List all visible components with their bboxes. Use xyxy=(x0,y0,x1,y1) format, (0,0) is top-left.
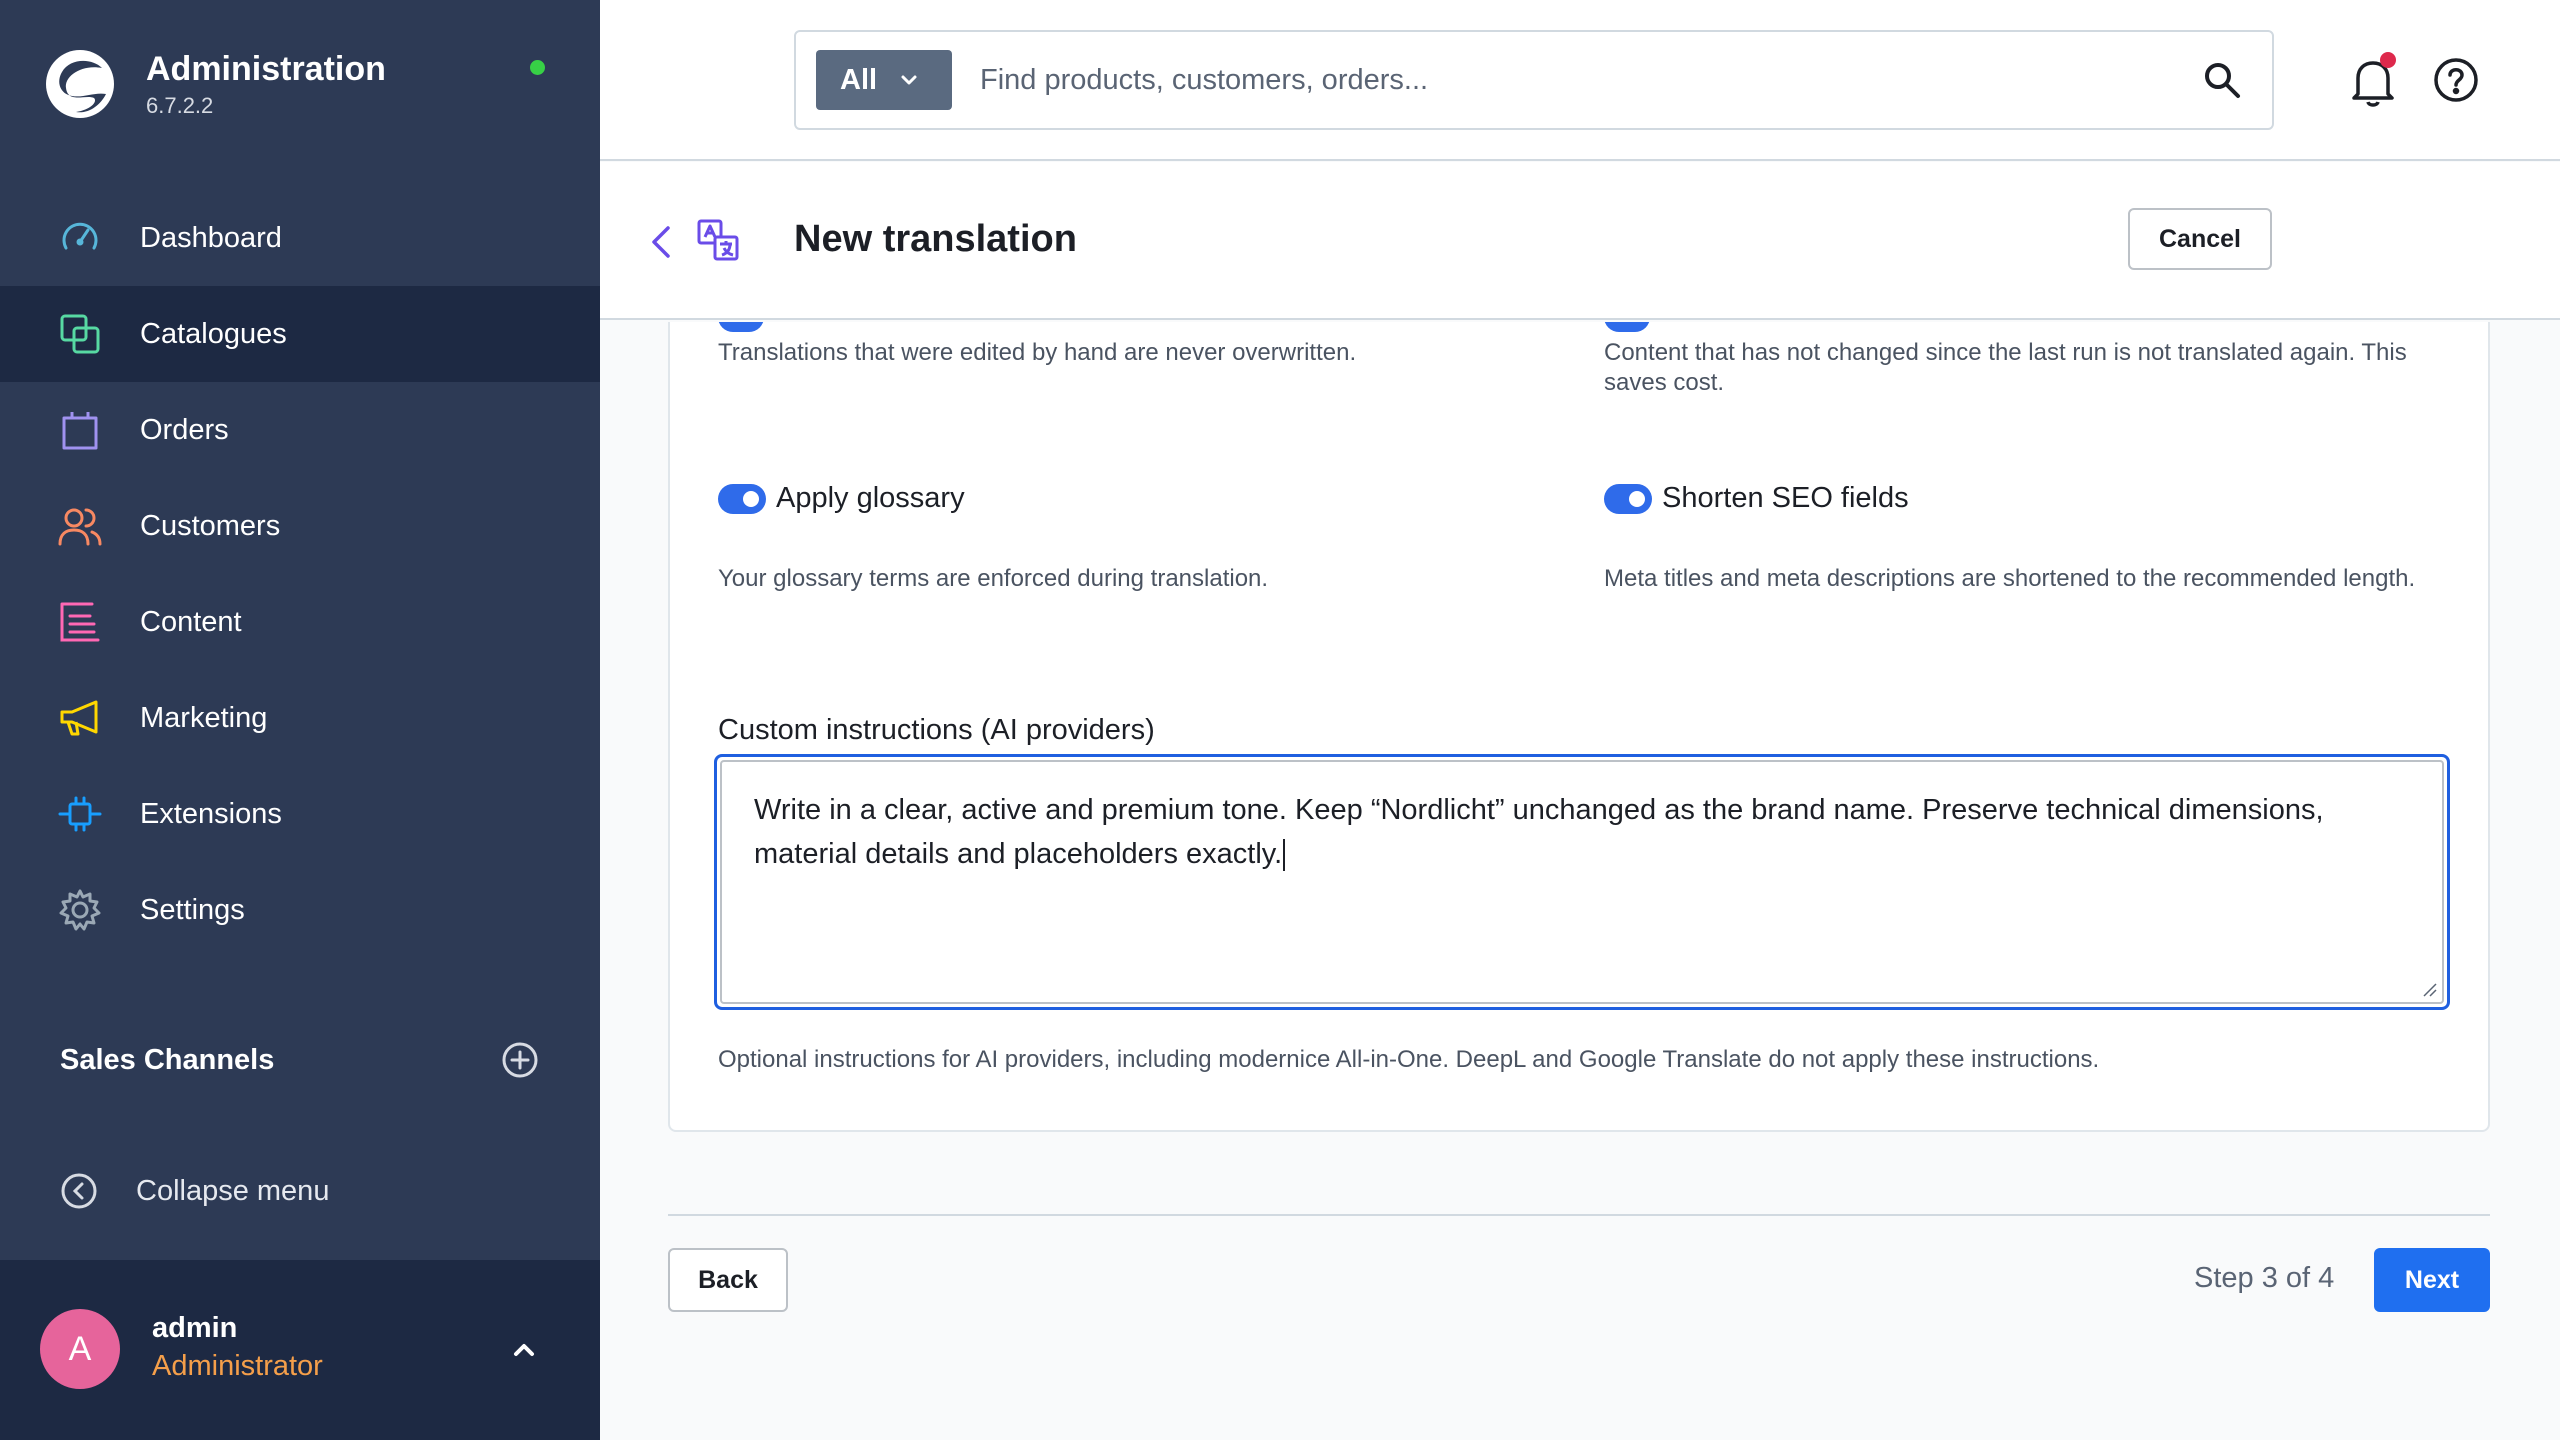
page-header: New translation Cancel xyxy=(600,162,2560,320)
global-search: All xyxy=(794,30,2274,130)
status-indicator xyxy=(530,60,545,75)
shopware-logo-icon xyxy=(46,50,114,118)
toggle-switch[interactable] xyxy=(718,483,766,514)
megaphone-icon xyxy=(58,696,102,740)
sales-channels-header: Sales Channels xyxy=(60,1040,540,1080)
app-title: Administration xyxy=(146,50,386,88)
page-title: New translation xyxy=(794,218,1077,260)
custom-instructions-help: Optional instructions for AI providers, … xyxy=(718,1046,2100,1073)
help-icon[interactable] xyxy=(2432,56,2480,104)
top-bar: All xyxy=(600,0,2560,161)
shopping-bag-icon xyxy=(58,408,102,452)
content-icon xyxy=(58,600,102,644)
gear-icon xyxy=(58,888,102,932)
translation-options-card: Translations that were edited by hand ar… xyxy=(668,322,2490,1132)
nav-item-catalogues[interactable]: Catalogues xyxy=(0,286,600,382)
sidebar: Administration 6.7.2.2 Dashboard Catalog… xyxy=(0,0,600,1440)
step-indicator: Step 3 of 4 xyxy=(2194,1262,2335,1294)
nav-label: Catalogues xyxy=(140,317,287,350)
cancel-button[interactable]: Cancel xyxy=(2128,208,2272,270)
user-role: Administrator xyxy=(152,1350,323,1382)
nav-label: Marketing xyxy=(140,701,268,734)
toggle-switch-partial[interactable] xyxy=(1604,322,1650,332)
resize-handle-icon[interactable] xyxy=(2420,980,2438,998)
nav-item-orders[interactable]: Orders xyxy=(0,382,600,478)
collapse-menu-label: Collapse menu xyxy=(136,1174,330,1207)
toggle-label: Apply glossary xyxy=(776,482,965,514)
users-icon xyxy=(58,504,102,548)
toggle-label: Shorten SEO fields xyxy=(1662,482,1909,514)
user-menu[interactable]: A admin Administrator xyxy=(0,1260,600,1440)
nav-item-marketing[interactable]: Marketing xyxy=(0,670,600,766)
footer-divider xyxy=(668,1214,2490,1216)
translate-icon xyxy=(697,219,739,261)
apply-glossary-toggle[interactable]: Apply glossary xyxy=(718,482,965,515)
toggle-switch[interactable] xyxy=(1604,483,1652,514)
custom-instructions-value: Write in a clear, active and premium ton… xyxy=(754,794,2324,870)
chevron-left-circle-icon xyxy=(61,1173,97,1209)
nav-item-dashboard[interactable]: Dashboard xyxy=(0,190,600,286)
content-area: Translations that were edited by hand ar… xyxy=(600,322,2560,1440)
collapse-menu-button[interactable]: Collapse menu xyxy=(60,1172,329,1210)
custom-instructions-label: Custom instructions (AI providers) xyxy=(718,714,1155,746)
custom-instructions-textarea[interactable]: Write in a clear, active and premium ton… xyxy=(720,760,2444,1004)
search-filter-dropdown[interactable]: All xyxy=(816,50,952,110)
add-circle-icon[interactable] xyxy=(500,1040,540,1080)
option-description: Meta titles and meta descriptions are sh… xyxy=(1604,565,2416,592)
app-version: 6.7.2.2 xyxy=(146,93,214,118)
nav-label: Orders xyxy=(140,413,229,446)
main-nav: Dashboard Catalogues Orders Customers Co… xyxy=(0,190,600,958)
plug-icon xyxy=(58,792,102,836)
nav-label: Extensions xyxy=(140,797,282,830)
option-description: Content that has not changed since the l… xyxy=(1604,339,2407,396)
search-input[interactable] xyxy=(980,52,2160,108)
search-filter-label: All xyxy=(840,63,878,96)
avatar: A xyxy=(40,1309,120,1389)
brand[interactable]: Administration 6.7.2.2 xyxy=(44,48,386,120)
chevron-left-icon[interactable] xyxy=(644,220,680,264)
nav-label: Content xyxy=(140,605,242,638)
nav-item-content[interactable]: Content xyxy=(0,574,600,670)
chevron-down-icon xyxy=(901,75,917,85)
search-icon[interactable] xyxy=(2202,60,2242,100)
option-description: Your glossary terms are enforced during … xyxy=(718,565,1269,592)
nav-label: Dashboard xyxy=(140,221,282,254)
option-description: Translations that were edited by hand ar… xyxy=(718,339,1357,366)
nav-label: Customers xyxy=(140,509,281,542)
shorten-seo-toggle[interactable]: Shorten SEO fields xyxy=(1604,482,1909,515)
notification-badge xyxy=(2380,52,2396,68)
sales-channels-title: Sales Channels xyxy=(60,1043,275,1076)
user-name: admin xyxy=(152,1312,238,1344)
chevron-up-icon[interactable] xyxy=(508,1334,540,1366)
nav-label: Settings xyxy=(140,893,245,926)
next-button[interactable]: Next xyxy=(2374,1248,2490,1312)
gauge-icon xyxy=(58,216,102,260)
catalogue-icon xyxy=(58,312,102,356)
nav-item-customers[interactable]: Customers xyxy=(0,478,600,574)
nav-item-settings[interactable]: Settings xyxy=(0,862,600,958)
toggle-switch-partial[interactable] xyxy=(718,322,764,332)
nav-item-extensions[interactable]: Extensions xyxy=(0,766,600,862)
back-button[interactable]: Back xyxy=(668,1248,788,1312)
custom-instructions-field[interactable]: Write in a clear, active and premium ton… xyxy=(714,754,2450,1010)
text-caret xyxy=(1283,839,1286,872)
